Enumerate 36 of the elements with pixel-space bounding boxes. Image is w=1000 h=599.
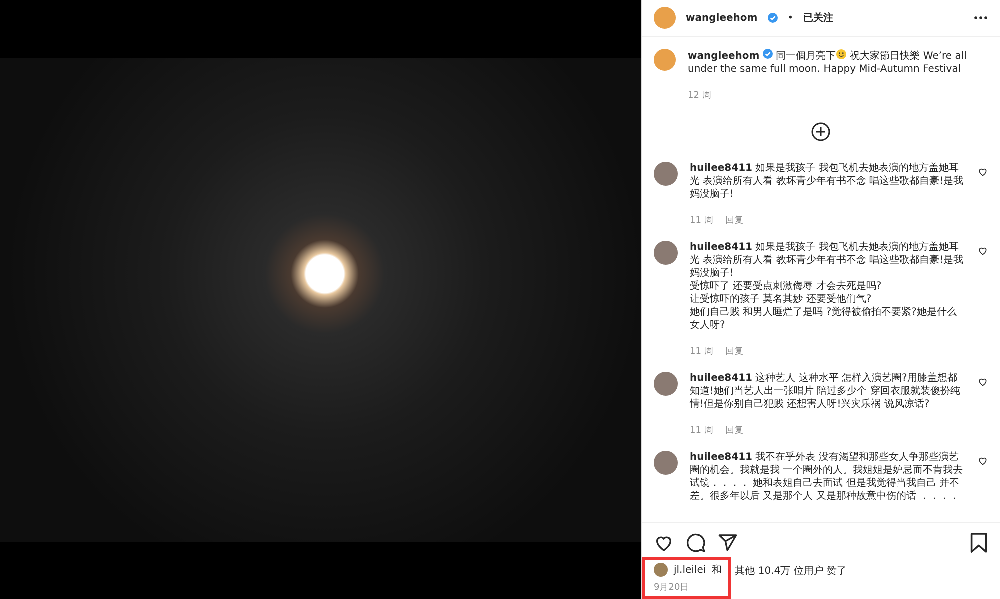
load-more-icon[interactable] [811, 122, 831, 142]
comment-time: 11 周 [690, 215, 714, 227]
comment-text: huilee8411 如果是我孩子 我包飞机去她表演的地方盖她耳光 表演给所有人看 教坏青少年有书不念 唱这些歌都自豪!是我妈没脑子! [690, 162, 965, 201]
username-link[interactable]: huilee8411 [690, 373, 752, 384]
avatar[interactable] [654, 563, 668, 577]
likes-text: 和 [712, 564, 722, 577]
avatar[interactable] [654, 451, 678, 475]
username-link[interactable]: wangleehom [686, 12, 758, 24]
username-link[interactable]: wangleehom [688, 51, 760, 62]
post-date: 9月20日 [654, 582, 690, 594]
comment-time: 11 周 [690, 425, 714, 437]
comment-text: huilee8411 这种艺人 这种水平 怎样入演艺圈?用膝盖想都知道!她们当艺人出一张唱片 陪过多少个 穿回衣服就装傻扮纯情!但是你别自己犯贱 还想害人呀!兴灾乐祸 说风凉话? [690, 372, 962, 411]
send-icon[interactable] [718, 533, 738, 553]
username-link[interactable]: huilee8411 [690, 242, 752, 253]
smiley-icon [836, 49, 848, 60]
username-link[interactable]: jl.leilei [674, 564, 706, 576]
follow-status[interactable]: 已关注 [804, 11, 834, 25]
comment-time: 11 周 [690, 346, 714, 358]
comment-text: huilee8411 如果是我孩子 我包飞机去她表演的地方盖她耳光 表演给所有人看 教坏青少年有书不念 唱这些歌都自豪!是我妈没脑子! 受惊吓了 还要受点刺激侮辱 才会去死是吗? 让受惊吓的孩子 莫名其妙 还要受他们气? 她们自己贱 和男人睡烂了是吗 ?觉得被偷拍不要紧?她是什么女人呀? [690, 241, 965, 332]
post-time: 12 周 [688, 90, 712, 102]
heart-icon[interactable] [978, 377, 988, 387]
comment-icon[interactable] [686, 533, 706, 553]
avatar[interactable] [654, 241, 678, 265]
likes-text: 其他 10.4万 位用户 赞了 [735, 564, 847, 578]
bookmark-icon[interactable] [970, 533, 988, 553]
heart-icon[interactable] [978, 246, 988, 256]
caption-text: wangleehom 同一個月亮下 祝大家節日快樂 We’re all under the same full moon. Happy Mid-Autumn Festival [688, 49, 968, 76]
separator-dot: • [788, 12, 794, 24]
username-link[interactable]: huilee8411 [690, 163, 752, 174]
avatar[interactable] [654, 372, 678, 396]
avatar[interactable] [654, 162, 678, 186]
heart-icon[interactable] [978, 456, 988, 466]
more-options-icon[interactable] [974, 16, 988, 20]
username-link[interactable]: huilee8411 [690, 452, 752, 463]
comment-text: huilee8411 我不在乎外表 没有渴望和那些女人争那些演艺圈的机会。我就是我 一个圈外的人。我姐姐是妒忌而不肯我去试镜．．．． 她和表姐自己去面试 但是我觉得当我自己 并不差。很多年以后 又是那个人 又是那种故意中伤的话 ．．．． [690, 451, 964, 503]
heart-icon[interactable] [978, 167, 988, 177]
